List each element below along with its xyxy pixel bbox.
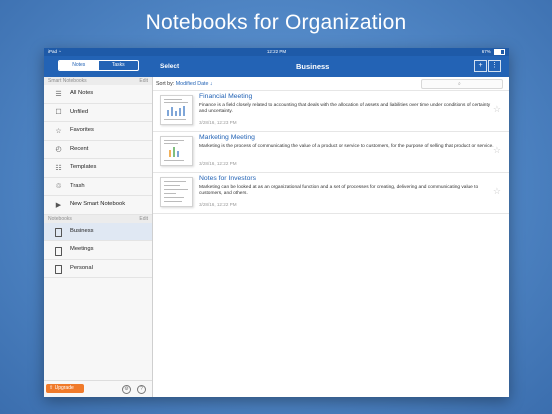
- note-thumbnail: [160, 95, 193, 125]
- gear-icon[interactable]: ⚙: [122, 385, 131, 394]
- notebooks-header: Notebooks Edit: [44, 214, 152, 223]
- sort-prefix: Sort by:: [156, 81, 175, 87]
- more-options-button[interactable]: ⋮: [488, 60, 501, 72]
- note-date: 3/28/16, 12:23 PM: [199, 120, 237, 125]
- status-bar: iPad ◔ 12:22 PM 67%: [44, 48, 509, 56]
- templates-icon: ☷: [55, 164, 62, 172]
- status-time: 12:22 PM: [266, 49, 287, 54]
- sidebar-item-all-notes[interactable]: ☰ All Notes: [44, 85, 152, 104]
- notes-tasks-switcher: Notes Tasks: [58, 60, 139, 71]
- page-headline: Notebooks for Organization: [145, 11, 407, 34]
- ipad-screen: iPad ◔ 12:22 PM 67% Notes Tasks Select B…: [44, 48, 509, 397]
- sidebar-item-label: Favorites: [70, 127, 94, 133]
- tab-tasks[interactable]: Tasks: [99, 61, 139, 70]
- note-item-financial-meeting[interactable]: Financial Meeting Finance is a field clo…: [153, 91, 509, 132]
- favorite-star-icon[interactable]: ☆: [493, 104, 501, 115]
- smart-notebooks-header: Smart Notebooks Edit: [44, 77, 152, 85]
- status-battery: 67%: [482, 48, 505, 56]
- sidebar-footer: ⇧ Upgrade ⚙ ?: [44, 380, 152, 397]
- sidebar: Smart Notebooks Edit ☰ All Notes ☐ Unfil…: [44, 77, 153, 397]
- notebook-icon: [54, 227, 63, 237]
- star-icon: ☆: [55, 127, 62, 135]
- clock-icon: ◴: [55, 146, 62, 153]
- note-list-panel: Sort by: Modified Date ↓ ⌕ Financial Mee…: [153, 77, 509, 397]
- search-input[interactable]: ⌕: [421, 79, 503, 89]
- navigation-bar: Notes Tasks Select Business + ⋮: [44, 56, 509, 77]
- new-smart-notebook-icon: ▶: [55, 201, 62, 209]
- edit-notebooks-button[interactable]: Edit: [139, 215, 148, 223]
- note-date: 3/28/16, 12:22 PM: [199, 202, 237, 207]
- notebook-icon: [54, 246, 63, 256]
- sidebar-item-label: New Smart Notebook: [70, 201, 126, 207]
- upgrade-button[interactable]: ⇧ Upgrade: [46, 384, 84, 393]
- note-title: Marketing Meeting: [199, 134, 255, 141]
- trash-icon: ♲: [55, 183, 62, 190]
- sidebar-item-meetings[interactable]: Meetings: [44, 241, 152, 260]
- sidebar-item-label: Personal: [70, 264, 93, 271]
- sidebar-item-business[interactable]: Business: [44, 222, 152, 241]
- battery-percent: 67%: [481, 49, 491, 54]
- notebook-icon: [54, 264, 63, 274]
- sort-bar: Sort by: Modified Date ↓ ⌕: [153, 77, 509, 91]
- add-note-button[interactable]: +: [474, 60, 487, 72]
- sidebar-item-label: Unfiled: [70, 108, 89, 115]
- favorite-star-icon[interactable]: ☆: [493, 186, 501, 197]
- tab-notes[interactable]: Notes: [59, 61, 99, 70]
- section-title: Notebooks: [48, 215, 72, 222]
- note-title: Financial Meeting: [199, 93, 253, 100]
- all-notes-icon: ☰: [55, 90, 62, 98]
- sidebar-item-personal[interactable]: Personal: [44, 260, 152, 278]
- sidebar-item-label: Business: [70, 227, 94, 234]
- sidebar-item-label: Meetings: [70, 246, 94, 252]
- note-snippet: Marketing is the process of communicatin…: [199, 144, 494, 149]
- sidebar-item-new-smart-notebook[interactable]: ▶ New Smart Notebook: [44, 196, 152, 215]
- sidebar-item-label: All Notes: [70, 90, 94, 96]
- note-snippet: Finance is a field closely related to ac…: [199, 103, 491, 114]
- select-button[interactable]: Select: [160, 63, 179, 70]
- note-item-notes-for-investors[interactable]: Notes for Investors Marketing can be loo…: [153, 173, 509, 214]
- notebook-title: Business: [296, 62, 330, 71]
- favorite-star-icon[interactable]: ☆: [493, 145, 501, 156]
- unfiled-icon: ☐: [55, 109, 62, 116]
- edit-smart-notebooks-button[interactable]: Edit: [139, 77, 148, 85]
- section-title: Smart Notebooks: [48, 78, 87, 84]
- battery-icon: [494, 48, 505, 55]
- sidebar-item-favorites[interactable]: ☆ Favorites: [44, 122, 152, 141]
- search-icon: ⌕: [458, 81, 461, 87]
- note-snippet: Marketing can be looked at as an organiz…: [199, 185, 479, 196]
- sidebar-item-templates[interactable]: ☷ Templates: [44, 159, 152, 178]
- sidebar-item-label: Trash: [70, 182, 85, 189]
- note-thumbnail: [160, 177, 193, 207]
- sort-control: Sort by: Modified Date ↓: [156, 81, 213, 87]
- note-date: 3/28/16, 12:22 PM: [199, 161, 237, 166]
- note-thumbnail: [160, 136, 193, 166]
- sidebar-item-label: Templates: [70, 164, 97, 170]
- note-title: Notes for Investors: [199, 175, 257, 182]
- sidebar-item-label: Recent: [70, 145, 89, 152]
- sidebar-item-recent[interactable]: ◴ Recent: [44, 141, 152, 159]
- note-item-marketing-meeting[interactable]: Marketing Meeting Marketing is the proce…: [153, 132, 509, 173]
- help-icon[interactable]: ?: [137, 385, 146, 394]
- sidebar-item-unfiled[interactable]: ☐ Unfiled: [44, 104, 152, 122]
- sidebar-item-trash[interactable]: ♲ Trash: [44, 178, 152, 196]
- nav-actions: + ⋮: [473, 60, 501, 72]
- sort-dropdown[interactable]: Modified Date ↓: [176, 81, 213, 87]
